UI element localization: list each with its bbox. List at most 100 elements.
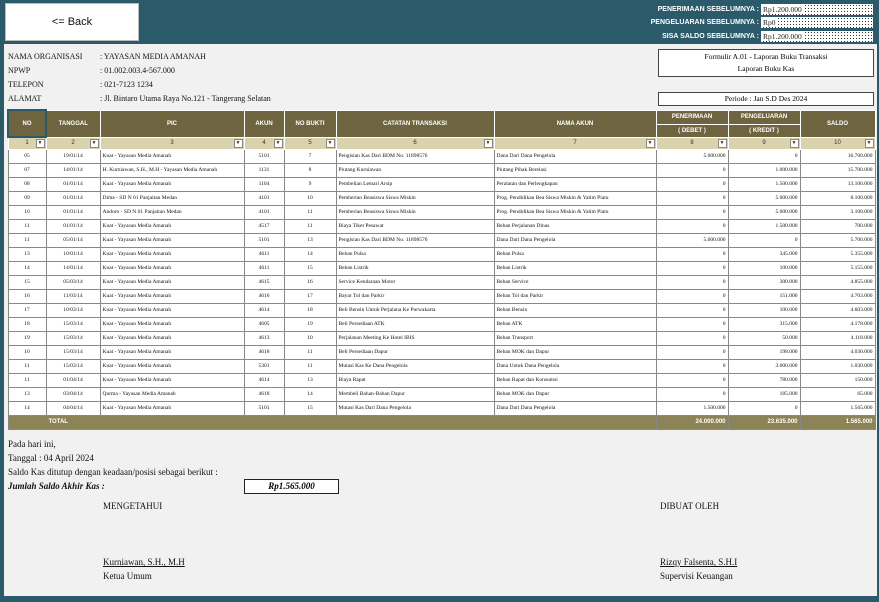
cell-tanggal[interactable]: 03/04/14	[45, 386, 101, 402]
cell-debet[interactable]: 0	[655, 260, 729, 276]
cell-pic[interactable]: Kuat - Yayasan Media Amanah	[99, 246, 245, 262]
cell-debet[interactable]: 0	[655, 176, 729, 192]
cell-no-bukti[interactable]: 7	[283, 148, 337, 164]
cell-akun[interactable]: 4618	[243, 386, 285, 402]
cell-kredit[interactable]: 1.000.000	[727, 162, 801, 178]
cell-akun[interactable]: 4101	[243, 204, 285, 220]
cell-akun[interactable]: 5101	[243, 400, 285, 416]
cell-debet[interactable]: 1.500.000	[655, 400, 729, 416]
filter-dropdown-icon[interactable]: ▼	[483, 138, 493, 148]
summary-saldo-value[interactable]: Rp1.200.000	[761, 30, 873, 42]
cell-debet[interactable]: 0	[655, 316, 729, 332]
header-akun[interactable]: AKUN	[243, 109, 285, 138]
cell-pic[interactable]: Kuat - Yayasan Media Amanah	[99, 330, 245, 346]
cell-no-bukti[interactable]: 11	[283, 344, 337, 360]
cell-catatan[interactable]: Mutasi Kas Ke Dana Pengelola	[335, 358, 495, 374]
cell-catatan[interactable]: Beban Listrik	[335, 260, 495, 276]
cell-pic[interactable]: Kuat - Yayasan Media Amanah	[99, 372, 245, 388]
cell-no[interactable]: 18	[7, 316, 47, 332]
cell-kredit[interactable]: 0	[727, 400, 801, 416]
cell-catatan[interactable]: Beli Persediaan Dapur	[335, 344, 495, 360]
cell-no[interactable]: 10	[7, 204, 47, 220]
cell-catatan[interactable]: Bayar Tol dan Parkir	[335, 288, 495, 304]
cell-no-bukti[interactable]: 9	[283, 176, 337, 192]
cell-nama-akun[interactable]: Peralatan dan Perlengkapan	[493, 176, 657, 192]
cell-catatan[interactable]: Mutasi Kas Dari Dana Pengelola	[335, 400, 495, 416]
cell-kredit[interactable]: 3.000.000	[727, 358, 801, 374]
cell-no-bukti[interactable]: 10	[283, 190, 337, 206]
cell-kredit[interactable]: 345.000	[727, 246, 801, 262]
cell-no[interactable]: 16	[7, 288, 47, 304]
cell-no-bukti[interactable]: 13	[283, 372, 337, 388]
cell-catatan[interactable]: Pemberian Beasiswa Siswa Miskin	[335, 190, 495, 206]
cell-saldo[interactable]: 700.000	[799, 218, 876, 234]
cell-akun[interactable]: 4615	[243, 274, 285, 290]
cell-tanggal[interactable]: 04/04/14	[45, 400, 101, 416]
cell-catatan[interactable]: Perjalanan Meeting Ke Hotel IBIS	[335, 330, 495, 346]
cell-kredit[interactable]: 1.500.000	[727, 176, 801, 192]
cell-pic[interactable]: Kuat - Yayasan Media Amanah	[99, 274, 245, 290]
cell-akun[interactable]: 4616	[243, 288, 285, 304]
cell-debet[interactable]: 0	[655, 190, 729, 206]
cell-akun[interactable]: 4517	[243, 218, 285, 234]
summary-pengeluaran-value[interactable]: Rp0	[761, 16, 873, 28]
cell-pic[interactable]: Kuat - Yayasan Media Amanah	[99, 400, 245, 416]
cell-saldo[interactable]: 16.700.000	[799, 148, 876, 164]
cell-debet[interactable]: 0	[655, 204, 729, 220]
cell-catatan[interactable]: Service Kendaraan Motor	[335, 274, 495, 290]
cell-debet[interactable]: 5.000.000	[655, 148, 729, 164]
header-no-bukti[interactable]: NO BUKTI	[283, 109, 337, 138]
cell-no[interactable]: 19	[7, 330, 47, 346]
filter-dropdown-icon[interactable]: ▼	[35, 139, 45, 148]
cell-nama-akun[interactable]: Beban Rapat dan Konsumsi	[493, 372, 657, 388]
cell-catatan[interactable]: Pemberian Beasiswa Siswa Miskin	[335, 204, 495, 220]
cell-debet[interactable]: 0	[655, 358, 729, 374]
cell-tanggal[interactable]: 19/01/14	[45, 148, 101, 164]
cell-debet[interactable]: 0	[655, 246, 729, 262]
cell-no[interactable]: 11	[7, 372, 47, 388]
cell-no-bukti[interactable]: 15	[283, 260, 337, 276]
cell-kredit[interactable]: 100.000	[727, 302, 801, 318]
cell-akun[interactable]: 4614	[243, 302, 285, 318]
cell-saldo[interactable]: 1.030.000	[799, 358, 876, 374]
cell-catatan[interactable]: Beli Bensin Untuk Perjalana Ke Purwakart…	[335, 302, 495, 318]
table-row[interactable]: 14 14/01/14 Kuat - Yayasan Media Amanah 461…	[7, 260, 876, 276]
cell-nama-akun[interactable]: Beban Transport	[493, 330, 657, 346]
cell-catatan[interactable]: Biaya Tiket Pesawat	[335, 218, 495, 234]
cell-kredit[interactable]: 185.000	[727, 386, 801, 402]
cell-pic[interactable]: Kuat - Yayasan Media Amanah	[99, 176, 245, 192]
cell-catatan[interactable]: Piutang Kurniawan	[335, 162, 495, 178]
cell-pic[interactable]: Kuat - Yayasan Media Amanah	[99, 344, 245, 360]
cell-akun[interactable]: 1131	[243, 162, 285, 178]
cell-nama-akun[interactable]: Beban Pulsa	[493, 246, 657, 262]
cell-saldo[interactable]: 3.100.000	[799, 204, 876, 220]
table-row[interactable]: 11 01/04/14 Kuat - Yayasan Media Amanah 461…	[7, 372, 876, 388]
cell-pic[interactable]: Dima - SD N 01 Panjaitan Medan	[99, 190, 245, 206]
header-penerimaan[interactable]: PENERIMAAN	[655, 109, 729, 125]
cell-debet[interactable]: 0	[655, 372, 729, 388]
filter-dropdown-icon[interactable]: ▼	[864, 138, 874, 148]
cell-no[interactable]: 15	[7, 274, 47, 290]
cell-tanggal[interactable]: 01/01/14	[45, 218, 101, 234]
cell-no[interactable]: 13	[7, 246, 47, 262]
cell-no[interactable]: 11	[7, 232, 47, 248]
header-saldo[interactable]: SALDO	[799, 109, 876, 138]
table-row[interactable]: 08 01/01/14 Kuat - Yayasan Media Amanah 110…	[7, 176, 876, 192]
filter-dropdown-icon[interactable]: ▼	[645, 138, 655, 148]
cell-no-bukti[interactable]: 8	[283, 162, 337, 178]
table-row[interactable]: 07 14/01/14 H. Kurniawan, S.H., M.H - Yaya…	[7, 162, 876, 178]
table-row[interactable]: 18 15/03/14 Kuat - Yayasan Media Amanah 460…	[7, 316, 876, 332]
table-row[interactable]: 11 01/01/14 Kuat - Yayasan Media Amanah 451…	[7, 218, 876, 234]
header-pic[interactable]: PIC	[99, 109, 245, 138]
cell-pic[interactable]: Kuat - Yayasan Media Amanah	[99, 148, 245, 164]
cell-tanggal[interactable]: 01/01/14	[45, 204, 101, 220]
cell-pic[interactable]: Qurma - Yayasan Media Amanah	[99, 386, 245, 402]
cell-tanggal[interactable]: 10/01/14	[45, 246, 101, 262]
cell-kredit[interactable]: 50.000	[727, 330, 801, 346]
cell-pic[interactable]: Kuat - Yayasan Media Amanah	[99, 316, 245, 332]
cell-pic[interactable]: Kuat - Yayasan Media Amanah	[99, 302, 245, 318]
cell-nama-akun[interactable]: Prog. Pendidikan Bea Siswa Miskin & Yati…	[493, 204, 657, 220]
cell-kredit[interactable]: 315.000	[727, 316, 801, 332]
cell-kredit[interactable]: 780.000	[727, 372, 801, 388]
cell-no-bukti[interactable]: 10	[283, 330, 337, 346]
